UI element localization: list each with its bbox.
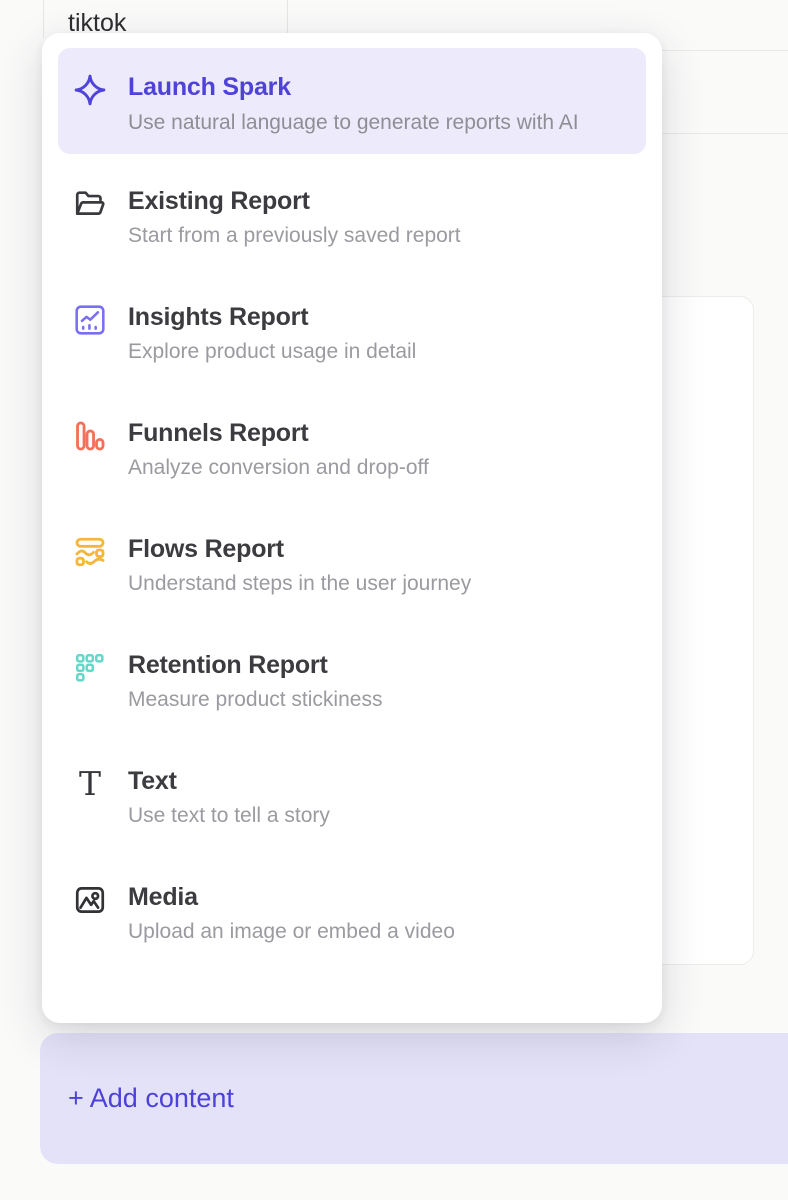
- board-page: tiktok + Add content Launch Spark Use na…: [0, 0, 788, 1200]
- menu-item-title: Flows Report: [128, 534, 471, 564]
- menu-item-description: Use natural language to generate reports…: [128, 108, 579, 138]
- menu-item-title: Existing Report: [128, 186, 461, 216]
- spark-icon: [72, 72, 108, 108]
- menu-item-funnels-report[interactable]: Funnels Report Analyze conversion and dr…: [58, 418, 646, 482]
- text-icon: T: [72, 766, 108, 802]
- add-content-menu: Launch Spark Use natural language to gen…: [42, 33, 662, 1023]
- add-content-label: + Add content: [68, 1082, 234, 1114]
- menu-item-launch-spark[interactable]: Launch Spark Use natural language to gen…: [58, 48, 646, 154]
- menu-item-title: Retention Report: [128, 650, 382, 680]
- menu-item-title: Text: [128, 766, 330, 796]
- menu-item-title: Media: [128, 882, 455, 912]
- menu-item-title: Launch Spark: [128, 72, 579, 102]
- funnel-bars-icon: [72, 418, 108, 454]
- menu-item-list: Existing Report Start from a previously …: [58, 186, 646, 946]
- background-row-divider: [660, 133, 788, 134]
- menu-item-media[interactable]: Media Upload an image or embed a video: [58, 882, 646, 946]
- menu-item-description: Understand steps in the user journey: [128, 570, 471, 598]
- menu-item-description: Use text to tell a story: [128, 802, 330, 830]
- menu-item-description: Measure product stickiness: [128, 686, 382, 714]
- menu-item-existing-report[interactable]: Existing Report Start from a previously …: [58, 186, 646, 250]
- menu-item-title: Insights Report: [128, 302, 416, 332]
- menu-item-description: Analyze conversion and drop-off: [128, 454, 429, 482]
- menu-item-insights-report[interactable]: Insights Report Explore product usage in…: [58, 302, 646, 366]
- menu-item-retention-report[interactable]: Retention Report Measure product stickin…: [58, 650, 646, 714]
- folder-open-icon: [72, 186, 108, 222]
- menu-item-description: Upload an image or embed a video: [128, 918, 455, 946]
- add-content-button[interactable]: + Add content: [40, 1033, 788, 1164]
- background-row-divider: [660, 50, 788, 51]
- flows-icon: [72, 534, 108, 570]
- menu-item-description: Start from a previously saved report: [128, 222, 461, 250]
- line-chart-icon: [72, 302, 108, 338]
- background-column-divider: [43, 0, 44, 38]
- menu-item-description: Explore product usage in detail: [128, 338, 416, 366]
- retention-grid-icon: [72, 650, 108, 686]
- media-icon: [72, 882, 108, 918]
- menu-item-text[interactable]: T Text Use text to tell a story: [58, 766, 646, 830]
- menu-item-title: Funnels Report: [128, 418, 429, 448]
- menu-item-flows-report[interactable]: Flows Report Understand steps in the use…: [58, 534, 646, 598]
